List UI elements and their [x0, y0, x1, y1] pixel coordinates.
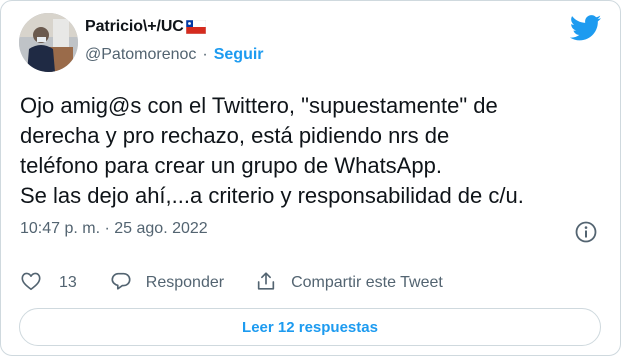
avatar-photo — [19, 13, 78, 72]
read-replies-button[interactable]: Leer 12 respuestas — [19, 308, 601, 346]
like-button[interactable]: 13 — [20, 270, 77, 297]
author-handle[interactable]: @Patomorenoc — [85, 46, 196, 64]
info-icon[interactable] — [574, 220, 598, 244]
avatar[interactable] — [19, 13, 78, 72]
author-name[interactable]: Patricio\+/UC — [85, 18, 184, 36]
author-row: Patricio\+/UC — [85, 18, 206, 36]
reply-bubble-icon — [110, 270, 132, 297]
share-button[interactable]: Compartir este Tweet — [255, 270, 443, 297]
tweet-timestamp[interactable]: 10:47 p. m. · 25 ago. 2022 — [20, 220, 208, 238]
separator-dot: · — [202, 46, 208, 63]
action-bar: 13 Responder Compartir este Tweet — [20, 269, 443, 297]
share-icon — [255, 270, 277, 297]
reply-button[interactable]: Responder — [110, 270, 224, 297]
share-label: Compartir este Tweet — [291, 274, 443, 291]
twitter-bird-icon[interactable] — [569, 15, 602, 41]
tweet-card: Patricio\+/UC @Patomorenoc · Seguir Ojo … — [0, 0, 621, 356]
heart-icon — [20, 270, 42, 297]
likes-count: 13 — [59, 274, 77, 291]
chile-flag-icon — [185, 19, 206, 35]
follow-button[interactable]: Seguir — [214, 46, 264, 64]
handle-row: @Patomorenoc · Seguir — [85, 46, 264, 64]
tweet-text: Ojo amig@s con el Twittero, "supuestamen… — [20, 93, 524, 208]
reply-label: Responder — [145, 274, 225, 291]
